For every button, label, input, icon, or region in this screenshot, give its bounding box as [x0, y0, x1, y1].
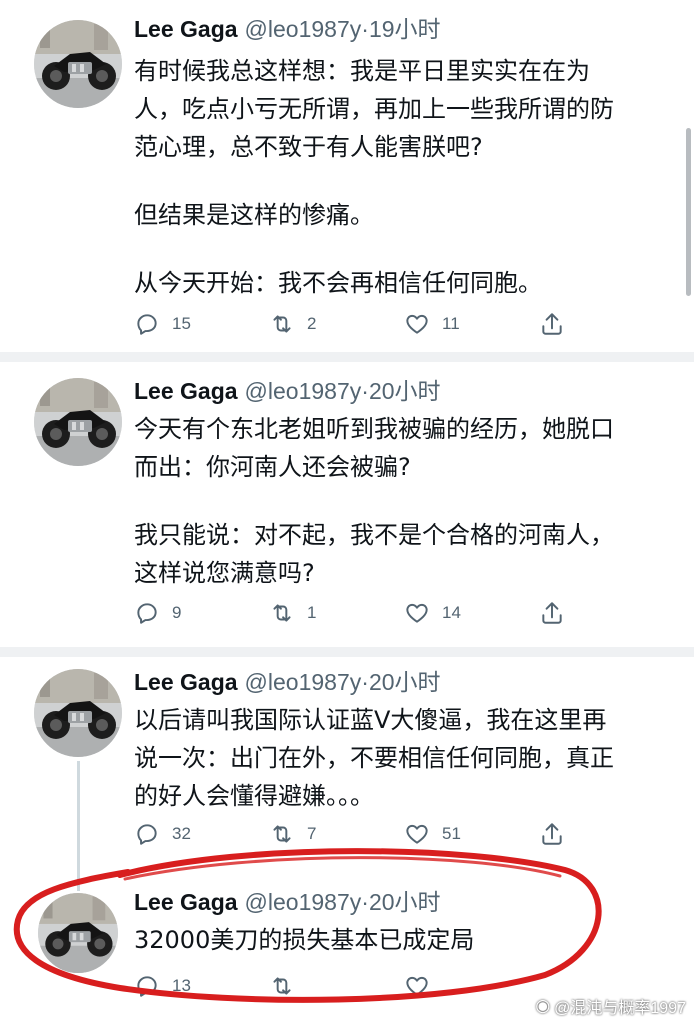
reply-icon [137, 976, 157, 997]
motorcycle-avatar-image [34, 20, 122, 108]
retweet-button[interactable]: 2 [269, 309, 316, 339]
tweet-header: Lee Gaga @leo1987y·19小时 [134, 14, 441, 46]
separator-dot: · [361, 378, 369, 404]
reply-button[interactable]: 15 [134, 309, 191, 339]
display-name[interactable]: Lee Gaga [134, 889, 238, 915]
tweet-header: Lee Gaga @leo1987y·20小时 [134, 887, 441, 919]
heart-icon [406, 824, 428, 844]
text-line: 今天有个东北老姐听到我被骗的经历，她脱口 [134, 415, 614, 443]
share-icon [542, 602, 562, 624]
share-icon [542, 823, 562, 845]
retweet-icon [273, 825, 291, 843]
timestamp[interactable]: 20小时 [369, 669, 441, 695]
text-line: 说一次：出门在外，不要相信任何同胞，真正 [134, 744, 614, 772]
user-handle[interactable]: @leo1987y [245, 669, 362, 695]
like-count: 14 [442, 603, 461, 622]
watermark-text: @混沌与概率1997 [554, 1000, 686, 1017]
timestamp[interactable]: 20小时 [369, 378, 441, 404]
reply-count: 9 [172, 603, 182, 622]
tweet-actions: 32 7 51 [134, 819, 574, 849]
thread-connector-line [77, 761, 80, 891]
like-count: 51 [442, 824, 461, 843]
user-handle[interactable]: @leo1987y [245, 889, 362, 915]
reply-button[interactable]: 13 [134, 971, 191, 1001]
display-name[interactable]: Lee Gaga [134, 378, 238, 404]
text-line: 以后请叫我国际认证蓝V大傻逼，我在这里再 [134, 706, 607, 734]
reply-icon [137, 603, 157, 624]
tweet-text: 以后请叫我国际认证蓝V大傻逼，我在这里再 说一次：出门在外，不要相信任何同胞，真… [134, 701, 664, 815]
share-button[interactable] [539, 819, 565, 849]
text-line: 我只能说：对不起，我不是个合格的河南人， [134, 521, 614, 549]
tweet-separator [0, 647, 694, 657]
avatar[interactable] [34, 378, 122, 466]
tweet-actions: 15 2 11 [134, 309, 574, 339]
share-icon [542, 313, 562, 335]
reply-count: 15 [172, 314, 191, 333]
timestamp[interactable]: 19小时 [369, 16, 441, 42]
text-line: 这样说您满意吗? [134, 559, 315, 587]
text-line: 但结果是这样的惨痛。 [134, 201, 374, 229]
motorcycle-avatar-image [38, 893, 118, 973]
tweet-text: 有时候我总这样想：我是平日里实实在在为 人，吃点小亏无所谓，再加上一些我所谓的防… [134, 52, 664, 302]
like-button[interactable] [404, 971, 430, 1001]
text-line: 有时候我总这样想：我是平日里实实在在为 [134, 57, 590, 85]
display-name[interactable]: Lee Gaga [134, 669, 238, 695]
reply-button[interactable]: 32 [134, 819, 191, 849]
text-line: 人，吃点小亏无所谓，再加上一些我所谓的防 [134, 95, 614, 123]
watermark: ◉ @混沌与概率1997 [535, 994, 686, 1018]
reply-count: 13 [172, 976, 191, 995]
scrollbar[interactable] [686, 128, 691, 296]
avatar[interactable] [34, 20, 122, 108]
motorcycle-avatar-image [34, 378, 122, 466]
weibo-logo-icon: ◉ [535, 996, 551, 1015]
timestamp[interactable]: 20小时 [369, 889, 441, 915]
retweet-count: 1 [307, 603, 317, 622]
separator-dot: · [361, 669, 369, 695]
tweet-actions: 13 [134, 971, 574, 1001]
share-button[interactable] [539, 309, 565, 339]
tweet-actions: 9 1 14 [134, 598, 574, 628]
user-handle[interactable]: @leo1987y [245, 378, 362, 404]
separator-dot: · [361, 16, 369, 42]
text-line: 范心理，总不致于有人能害朕吧? [134, 133, 483, 161]
heart-icon [406, 976, 428, 996]
retweet-count: 7 [307, 824, 317, 843]
reply-button[interactable]: 9 [134, 598, 181, 628]
tweet-2[interactable]: Lee Gaga @leo1987y·20小时 今天有个东北老姐听到我被骗的经历… [0, 362, 694, 647]
text-line: 而出：你河南人还会被骗? [134, 453, 411, 481]
tweet-text: 今天有个东北老姐听到我被骗的经历，她脱口 而出：你河南人还会被骗? 我只能说：对… [134, 410, 664, 592]
tweet-header: Lee Gaga @leo1987y·20小时 [134, 667, 441, 699]
reply-icon [137, 824, 157, 845]
like-button[interactable]: 14 [404, 598, 461, 628]
separator-dot: · [361, 889, 369, 915]
tweet-1[interactable]: Lee Gaga @leo1987y·19小时 有时候我总这样想：我是平日里实实… [0, 0, 694, 352]
display-name[interactable]: Lee Gaga [134, 16, 238, 42]
motorcycle-avatar-image [34, 669, 122, 757]
tweet-3[interactable]: Lee Gaga @leo1987y·20小时 以后请叫我国际认证蓝V大傻逼，我… [0, 657, 694, 1024]
share-button[interactable] [539, 598, 565, 628]
retweet-button[interactable]: 1 [269, 598, 316, 628]
heart-icon [406, 314, 428, 334]
tweet-separator [0, 352, 694, 362]
retweet-icon [273, 604, 291, 622]
avatar[interactable] [34, 669, 122, 757]
retweet-icon [273, 315, 291, 333]
reply-icon [137, 314, 157, 335]
tweet-header: Lee Gaga @leo1987y·20小时 [134, 376, 441, 408]
retweet-count: 2 [307, 314, 317, 333]
retweet-button[interactable]: 7 [269, 819, 316, 849]
retweet-button[interactable] [269, 971, 295, 1001]
text-line: 32000美刀的损失基本已成定局 [134, 926, 475, 954]
text-line: 从今天开始：我不会再相信任何同胞。 [134, 269, 542, 297]
tweet-text: 32000美刀的损失基本已成定局 [134, 921, 664, 959]
like-count: 11 [442, 314, 460, 333]
user-handle[interactable]: @leo1987y [245, 16, 362, 42]
reply-count: 32 [172, 824, 191, 843]
like-button[interactable]: 11 [404, 309, 460, 339]
heart-icon [406, 603, 428, 623]
retweet-icon [273, 977, 291, 995]
avatar[interactable] [38, 893, 118, 973]
text-line: 的好人会懂得避嫌。。。 [134, 782, 374, 810]
like-button[interactable]: 51 [404, 819, 461, 849]
